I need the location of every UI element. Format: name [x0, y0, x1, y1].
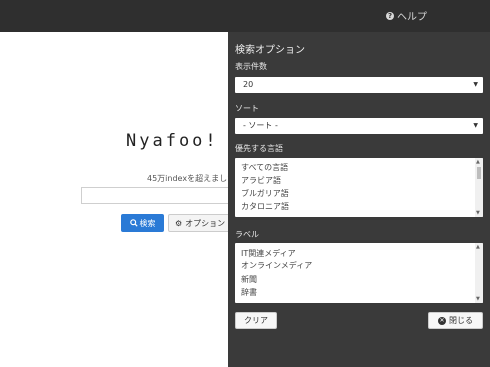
list-item[interactable]: カタロニア語 — [241, 201, 289, 212]
close-button[interactable]: ✕ 閉じる — [428, 312, 483, 329]
scrollbar-thumb[interactable] — [477, 167, 481, 179]
options-button-label: オプション — [185, 218, 226, 228]
list-item[interactable]: ブルガリア語 — [241, 188, 289, 199]
label-scrollbar[interactable]: ▲ ▼ — [475, 243, 483, 303]
site-logo: Nyafoo! — [126, 131, 219, 151]
search-options-panel: 検索オプション 表示件数 20 ▼ ソート - ソート - ▼ 優先する言語 す… — [228, 32, 490, 367]
scroll-down-icon[interactable]: ▼ — [476, 296, 480, 302]
help-link[interactable]: ? ヘルプ — [386, 8, 427, 23]
list-item[interactable]: 辞書 — [241, 287, 257, 298]
sort-select[interactable]: - ソート - ▼ — [235, 118, 483, 134]
label-filter-label: ラベル — [235, 230, 259, 239]
search-button-label: 検索 — [139, 218, 156, 228]
sort-label: ソート — [235, 104, 259, 113]
scroll-up-icon[interactable]: ▲ — [476, 159, 480, 165]
list-item[interactable]: すべての言語 — [241, 162, 288, 173]
question-circle-icon: ? — [386, 11, 394, 20]
panel-title: 検索オプション — [235, 45, 305, 56]
list-item[interactable]: 新聞 — [241, 274, 257, 285]
language-label: 優先する言語 — [235, 144, 283, 153]
top-navbar: ? ヘルプ — [0, 0, 490, 32]
results-count-label: 表示件数 — [235, 62, 267, 71]
close-button-label: 閉じる — [449, 316, 473, 325]
language-scrollbar[interactable]: ▲ ▼ — [475, 158, 483, 217]
scroll-up-icon[interactable]: ▲ — [476, 244, 480, 250]
search-input[interactable] — [81, 187, 231, 204]
list-item[interactable]: IT関連メディア — [241, 248, 296, 259]
language-listbox[interactable]: すべての言語 アラビア語 ブルガリア語 カタロニア語 ▲ ▼ — [235, 158, 483, 217]
label-listbox[interactable]: IT関連メディア オンラインメディア 新聞 辞書 ▲ ▼ — [235, 243, 483, 303]
results-count-value: 20 — [243, 80, 254, 89]
list-item[interactable]: オンラインメディア — [241, 260, 312, 271]
search-icon — [129, 219, 138, 227]
help-label: ヘルプ — [397, 12, 427, 23]
close-icon: ✕ — [438, 316, 446, 325]
dropdown-arrow-icon: ▼ — [473, 122, 478, 129]
options-button[interactable]: ⚙ オプション — [168, 214, 230, 232]
index-count-text: 45万indexを超えました — [147, 174, 236, 183]
gear-icon: ⚙ — [175, 218, 183, 228]
search-button[interactable]: 検索 — [121, 214, 164, 232]
list-item[interactable]: アラビア語 — [241, 175, 281, 186]
clear-button-label: クリア — [244, 316, 268, 325]
scroll-down-icon[interactable]: ▼ — [476, 210, 480, 216]
clear-button[interactable]: クリア — [235, 312, 277, 329]
dropdown-arrow-icon: ▼ — [473, 81, 478, 88]
sort-value: - ソート - — [243, 121, 278, 130]
results-count-select[interactable]: 20 ▼ — [235, 77, 483, 93]
